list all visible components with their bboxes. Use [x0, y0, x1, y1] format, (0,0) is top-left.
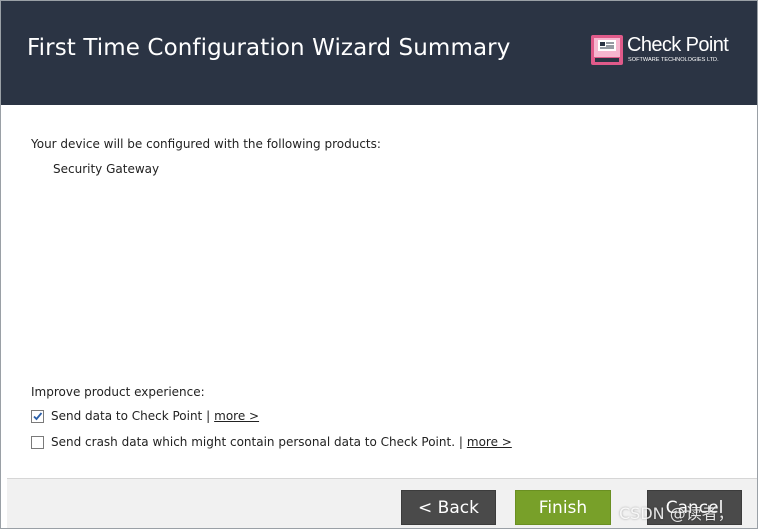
send-crash-data-checkbox[interactable] — [31, 435, 44, 449]
finish-button[interactable]: Finish — [515, 490, 611, 525]
wizard-window: First Time Configuration Wizard Summary … — [0, 0, 758, 529]
send-data-checkbox[interactable] — [31, 409, 44, 423]
products-intro-text: Your device will be configured with the … — [31, 137, 381, 151]
check-point-logo-icon — [591, 35, 623, 65]
send-data-label: Send data to Check Point | — [51, 409, 211, 423]
checkmark-icon — [33, 411, 43, 420]
page-title: First Time Configuration Wizard Summary — [27, 35, 511, 61]
send-data-option: Send data to Check Point | more > — [31, 407, 259, 425]
watermark: CSDN @读者， — [619, 504, 734, 523]
wizard-header: First Time Configuration Wizard Summary … — [1, 1, 757, 105]
summary-content: Your device will be configured with the … — [7, 105, 757, 477]
check-point-logo: Check Point SOFTWARE TECHNOLOGIES LTD. — [591, 34, 747, 71]
logo-subtitle: SOFTWARE TECHNOLOGIES LTD. — [628, 57, 719, 63]
send-crash-data-option: Send crash data which might contain pers… — [31, 433, 512, 451]
logo-name: Check Point — [627, 34, 729, 56]
product-item: Security Gateway — [53, 162, 160, 176]
send-crash-data-more-link[interactable]: more > — [467, 435, 512, 449]
send-crash-data-label: Send crash data which might contain pers… — [51, 435, 463, 449]
back-button[interactable]: < Back — [401, 490, 496, 525]
send-data-more-link[interactable]: more > — [214, 409, 259, 423]
improve-experience-label: Improve product experience: — [31, 385, 205, 399]
